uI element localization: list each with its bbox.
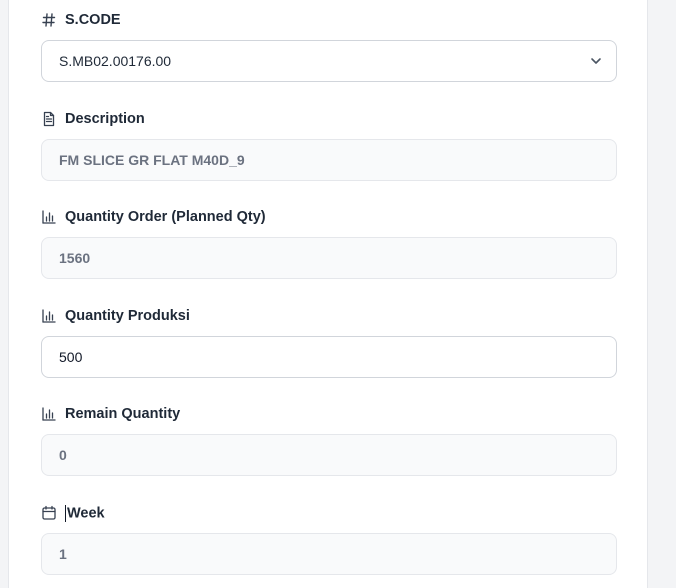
week-label-row: Week (41, 503, 617, 523)
hash-icon (41, 12, 57, 28)
calendar-icon (41, 505, 57, 521)
remain-quantity-value: 0 (59, 447, 67, 463)
scode-selected-value: S.MB02.00176.00 (59, 53, 172, 69)
quantity-produksi-value: 500 (59, 349, 83, 365)
week-field: Week 1 (41, 503, 617, 575)
quantity-produksi-label: Quantity Produksi (65, 308, 190, 324)
week-value: 1 (59, 546, 67, 562)
scode-label-row: S.CODE (41, 10, 617, 30)
quantity-produksi-field: Quantity Produksi 500 (41, 306, 617, 378)
scode-select[interactable]: S.MB02.00176.00 (41, 40, 617, 82)
scode-field: S.CODE S.MB02.00176.00 (41, 10, 617, 82)
quantity-order-field: Quantity Order (Planned Qty) 1560 (41, 207, 617, 279)
week-label: Week (65, 504, 105, 522)
quantity-order-value: 1560 (59, 250, 91, 266)
bar-chart-icon (41, 406, 57, 422)
remain-quantity-label-row: Remain Quantity (41, 404, 617, 424)
quantity-produksi-label-row: Quantity Produksi (41, 306, 617, 326)
week-input[interactable]: 1 (41, 533, 617, 575)
form-panel: S.CODE S.MB02.00176.00 Description FM SL… (8, 0, 648, 588)
week-label-text: Week (67, 504, 105, 521)
quantity-order-label-row: Quantity Order (Planned Qty) (41, 207, 617, 227)
description-label: Description (65, 111, 145, 127)
description-label-row: Description (41, 109, 617, 129)
scode-label: S.CODE (65, 12, 121, 28)
description-value: FM SLICE GR FLAT M40D_9 (59, 152, 245, 168)
quantity-order-label: Quantity Order (Planned Qty) (65, 209, 266, 225)
quantity-order-input[interactable]: 1560 (41, 237, 617, 279)
remain-quantity-field: Remain Quantity 0 (41, 404, 617, 476)
text-cursor (65, 504, 66, 522)
quantity-produksi-input[interactable]: 500 (41, 336, 617, 378)
chevron-down-icon[interactable] (588, 53, 604, 69)
remain-quantity-label: Remain Quantity (65, 406, 181, 422)
document-icon (41, 111, 57, 127)
description-input[interactable]: FM SLICE GR FLAT M40D_9 (41, 139, 617, 181)
remain-quantity-input[interactable]: 0 (41, 434, 617, 476)
bar-chart-icon (41, 308, 57, 324)
bar-chart-icon (41, 209, 57, 225)
description-field: Description FM SLICE GR FLAT M40D_9 (41, 109, 617, 181)
